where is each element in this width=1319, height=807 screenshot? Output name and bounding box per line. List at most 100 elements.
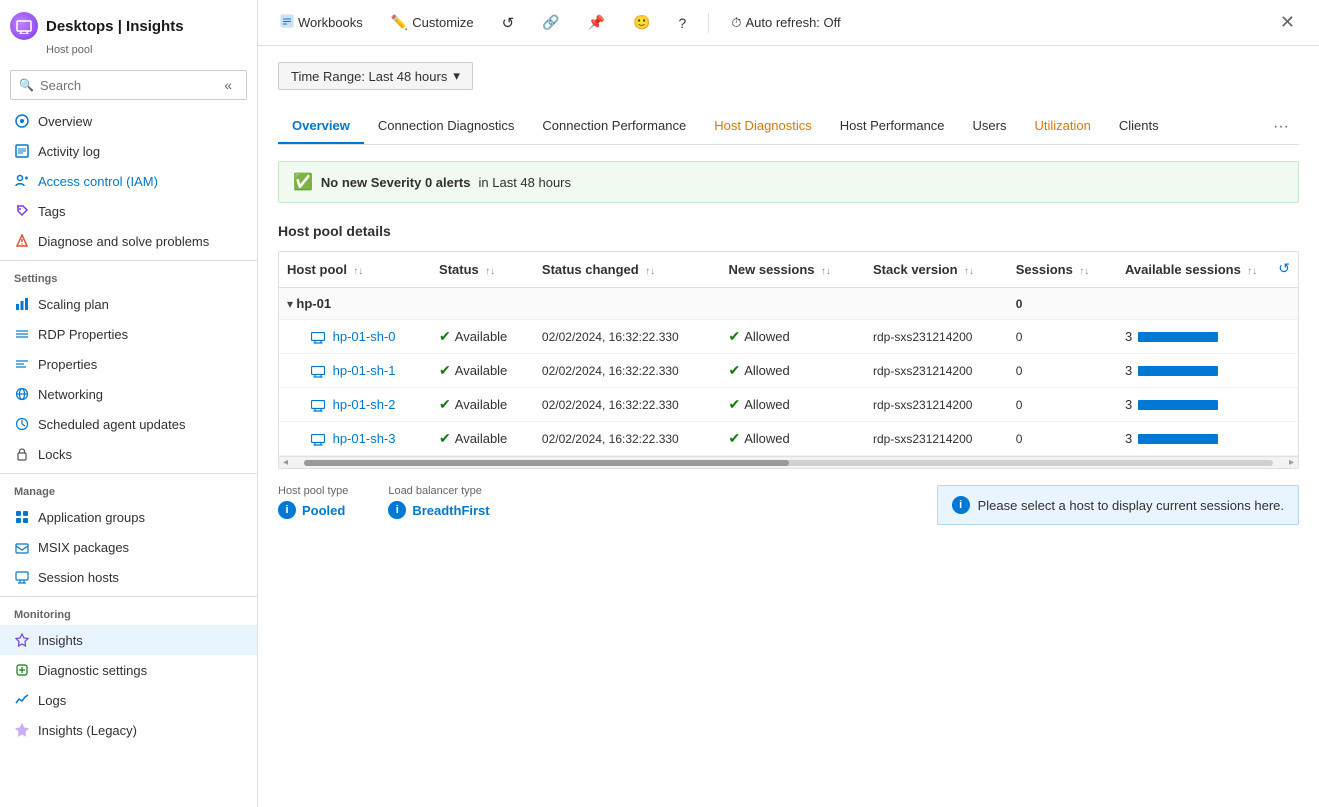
status-check-icon: ✔ [439,396,451,413]
row-host-pool-cell: hp-01-sh-1 [279,354,431,388]
auto-refresh-icon: ⏱ [731,15,741,31]
row-host-name-link[interactable]: hp-01-sh-2 [333,397,396,412]
row-sessions-cell: 0 [1008,388,1117,422]
collapse-button[interactable]: « [218,75,238,95]
sidebar-item-msix-packages[interactable]: MSIX packages [0,532,257,562]
sidebar-item-locks[interactable]: Locks [0,439,257,469]
sidebar-item-insights-legacy[interactable]: Insights (Legacy) [0,715,257,745]
sidebar-item-diagnostic-settings[interactable]: Diagnostic settings [0,655,257,685]
lb-type-value: i BreadthFirst [388,501,489,519]
sort-stack-version[interactable]: ↑↓ [964,266,974,277]
scroll-left-arrow[interactable]: ◂ [283,457,288,468]
tab-overview[interactable]: Overview [278,110,364,144]
search-container: 🔍 « [10,70,247,100]
tab-clients[interactable]: Clients [1105,110,1173,144]
feedback-button[interactable]: 🙂 [627,11,656,34]
help-button[interactable]: ? [673,12,693,34]
lb-type-label: Load balancer type [388,485,489,497]
scrollbar-thumb [304,460,788,466]
sidebar-item-activity-log[interactable]: Activity log [0,136,257,166]
sidebar-item-insights[interactable]: Insights [0,625,257,655]
tab-more-button[interactable]: ··· [1263,110,1299,144]
tab-connection-performance[interactable]: Connection Performance [528,110,700,144]
scheduled-updates-icon [14,416,30,432]
close-button[interactable]: ✕ [1272,8,1303,37]
sidebar-item-app-groups[interactable]: Application groups [0,502,257,532]
sort-available-sessions[interactable]: ↑↓ [1247,266,1257,277]
col-available-sessions: Available sessions ↑↓ [1117,252,1298,288]
pin-button[interactable]: 📌 [582,11,611,34]
alert-text-bold: No new Severity 0 alerts [321,175,471,190]
table-group-row: ▾ hp-01 0 [279,288,1298,320]
sidebar-item-locks-label: Locks [38,447,72,462]
sidebar-item-networking[interactable]: Networking [0,379,257,409]
tab-host-performance[interactable]: Host Performance [826,110,959,144]
allowed-check-icon: ✔ [729,430,741,447]
pin-icon: 📌 [588,14,605,31]
group-collapse-button[interactable]: ▾ [287,297,293,311]
row-available-sessions-cell: 3 [1117,320,1298,354]
search-input[interactable] [40,78,212,93]
sidebar-item-session-hosts[interactable]: Session hosts [0,562,257,592]
sort-status[interactable]: ↑↓ [485,266,495,277]
session-hosts-icon [14,569,30,585]
refresh-button[interactable]: ↺ [496,11,521,35]
horizontal-scrollbar[interactable]: ◂ ▸ [279,456,1298,468]
row-status-cell: ✔ Available [431,320,534,354]
share-button[interactable]: 🔗 [536,11,565,34]
tab-users[interactable]: Users [959,110,1021,144]
table-refresh-icon[interactable]: ↺ [1278,260,1290,277]
scrollbar-track[interactable] [304,460,1273,466]
col-new-sessions: New sessions ↑↓ [721,252,866,288]
diagnose-icon [14,233,30,249]
row-host-name-link[interactable]: hp-01-sh-0 [333,329,396,344]
tab-utilization[interactable]: Utilization [1020,110,1104,144]
available-sessions-bar: 3 [1125,329,1290,344]
row-host-name-link[interactable]: hp-01-sh-1 [333,363,396,378]
workbooks-icon [280,14,294,31]
time-range-button[interactable]: Time Range: Last 48 hours ▾ [278,62,473,90]
sidebar-item-scheduled-updates[interactable]: Scheduled agent updates [0,409,257,439]
tags-icon [14,203,30,219]
tab-connection-diagnostics[interactable]: Connection Diagnostics [364,110,529,144]
row-new-sessions-cell: ✔ Allowed [721,354,866,388]
time-range-label: Time Range: Last 48 hours [291,69,447,84]
sidebar-item-overview[interactable]: Overview [0,106,257,136]
sidebar-item-diagnose[interactable]: Diagnose and solve problems [0,226,257,256]
sidebar-item-logs[interactable]: Logs [0,685,257,715]
status-available: ✔ Available [439,328,526,345]
msix-icon [14,539,30,555]
time-range-chevron: ▾ [453,68,460,84]
pool-type-block: Host pool type i Pooled [278,485,348,519]
row-status-changed-cell: 02/02/2024, 16:32:22.330 [534,320,721,354]
sort-sessions[interactable]: ↑↓ [1079,266,1089,277]
sidebar-item-diagnostic-settings-label: Diagnostic settings [38,663,147,678]
session-hint-banner: i Please select a host to display curren… [937,485,1299,525]
row-status-changed-cell: 02/02/2024, 16:32:22.330 [534,422,721,456]
help-icon: ? [679,15,687,31]
sidebar-item-scheduled-updates-label: Scheduled agent updates [38,417,185,432]
scroll-right-arrow[interactable]: ▸ [1289,457,1294,468]
customize-button[interactable]: ✏️ Customize [385,11,480,34]
sidebar-item-properties[interactable]: Properties [0,349,257,379]
auto-refresh-button[interactable]: ⏱ Auto refresh: Off [725,12,846,34]
table-row: hp-01-sh-3 ✔ Available 02/02/2024, 16:32… [279,422,1298,456]
share-icon: 🔗 [542,14,559,31]
monitoring-section-label: Monitoring [0,601,257,625]
row-sessions-cell: 0 [1008,422,1117,456]
sort-new-sessions[interactable]: ↑↓ [821,266,831,277]
workbooks-button[interactable]: Workbooks [274,11,369,34]
app-icon [10,12,38,40]
sort-host-pool[interactable]: ↑↓ [353,266,363,277]
new-sessions-allowed: ✔ Allowed [729,396,858,413]
available-sessions-bar: 3 [1125,397,1290,412]
tab-host-diagnostics[interactable]: Host Diagnostics [700,110,826,144]
row-host-name-link[interactable]: hp-01-sh-3 [333,431,396,446]
insights-icon [14,632,30,648]
sidebar-item-tags[interactable]: Tags [0,196,257,226]
sidebar-item-rdp-properties[interactable]: RDP Properties [0,319,257,349]
sidebar-item-scaling-plan[interactable]: Scaling plan [0,289,257,319]
sort-status-changed[interactable]: ↑↓ [645,266,655,277]
sidebar-item-access-control[interactable]: Access control (IAM) [0,166,257,196]
monitor-icon [311,363,329,378]
